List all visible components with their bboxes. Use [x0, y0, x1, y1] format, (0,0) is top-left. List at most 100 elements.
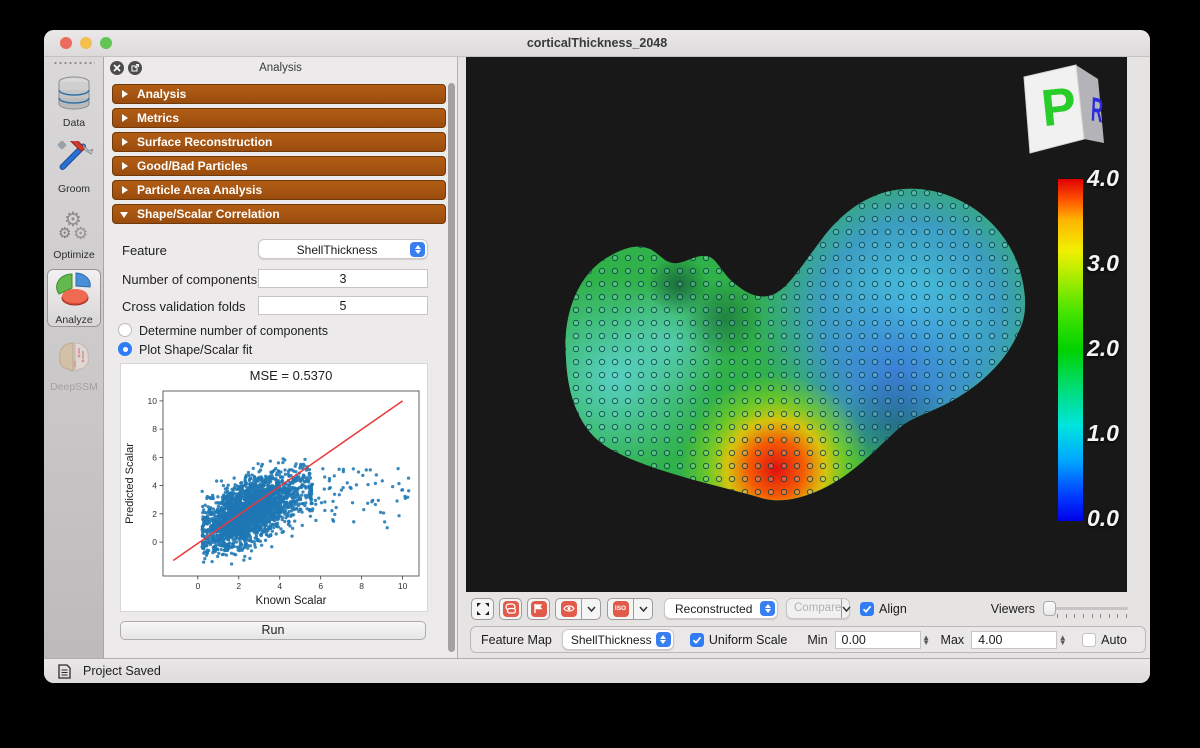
feature-select-value: ShellThickness — [269, 243, 405, 257]
titlebar: corticalThickness_2048 — [44, 30, 1150, 57]
section-label: Metrics — [137, 111, 179, 125]
cube-front-letter: P — [1039, 77, 1080, 138]
auto-control[interactable]: Auto — [1082, 633, 1127, 647]
gears-icon: ⚙ ⚙ ⚙ — [55, 207, 93, 243]
folds-input[interactable] — [258, 296, 428, 315]
panel-scrollbar[interactable] — [448, 83, 455, 652]
iso-icon: ISO — [613, 601, 629, 617]
max-input[interactable] — [971, 631, 1057, 649]
viewers-label: Viewers — [991, 602, 1035, 616]
select-stepper-icon — [656, 632, 671, 647]
iso-split-button[interactable]: ISO — [607, 598, 653, 620]
compare-select: Compare — [786, 598, 850, 619]
module-groom-label: Groom — [47, 183, 101, 195]
module-data-label: Data — [47, 117, 101, 129]
chevron-down-icon — [842, 606, 851, 612]
module-groom[interactable]: Groom — [47, 139, 101, 195]
panel-scrollbar-thumb[interactable] — [448, 83, 455, 652]
compare-dropdown — [841, 599, 851, 618]
section-shape-scalar-correlation[interactable]: Shape/Scalar Correlation — [112, 204, 446, 224]
feature-map-label: Feature Map — [481, 633, 552, 647]
select-stepper-icon — [760, 601, 775, 616]
module-analyze[interactable]: Analyze — [47, 269, 101, 327]
panel-header: Analysis — [104, 57, 457, 80]
section-particle-area-analysis[interactable]: Particle Area Analysis — [112, 180, 446, 200]
view-mode-split-button[interactable] — [555, 598, 601, 620]
panel-title: Analysis — [104, 62, 457, 74]
fit-view-icon — [476, 602, 490, 616]
compare-value: Compare — [787, 599, 841, 618]
section-label: Surface Reconstruction — [137, 135, 272, 149]
iso-label: ISO — [615, 605, 626, 612]
shape-scalar-plot — [120, 363, 428, 612]
orientation-cube[interactable]: P R — [1018, 63, 1113, 163]
components-label: Number of components — [122, 272, 257, 287]
max-spinner[interactable]: ▲▼ — [1057, 631, 1068, 649]
feature-map-bar: Feature Map ShellThickness Uniform Scale… — [470, 626, 1146, 653]
module-data[interactable]: Data — [47, 73, 101, 129]
section-label: Particle Area Analysis — [137, 183, 262, 197]
determine-components-radio[interactable] — [118, 323, 132, 337]
display-mode-select[interactable]: Reconstructed — [664, 598, 778, 619]
chevron-right-icon — [122, 162, 128, 170]
feature-label: Feature — [122, 243, 167, 258]
chevron-right-icon — [122, 186, 128, 194]
select-stepper-icon — [410, 242, 425, 257]
status-message: Project Saved — [83, 664, 161, 678]
align-label: Align — [879, 602, 907, 616]
uniform-scale-checkbox[interactable] — [690, 633, 704, 647]
document-icon — [58, 664, 71, 679]
eye-icon — [561, 601, 577, 617]
feature-select[interactable]: ShellThickness — [258, 239, 428, 259]
view-mode-dropdown[interactable] — [581, 598, 600, 620]
section-metrics[interactable]: Metrics — [112, 108, 446, 128]
colorbar-tick-1: 1.0 — [1087, 420, 1119, 447]
uniform-scale-label: Uniform Scale — [709, 633, 788, 647]
colorbar-tick-2: 2.0 — [1087, 335, 1119, 362]
feature-map-select[interactable]: ShellThickness — [562, 629, 674, 650]
cube-side-letter: R — [1090, 90, 1104, 131]
database-icon — [55, 75, 93, 111]
section-surface-reconstruction[interactable]: Surface Reconstruction — [112, 132, 446, 152]
viewers-slider-handle[interactable] — [1043, 601, 1056, 616]
glyphs-icon — [503, 601, 519, 617]
section-analysis[interactable]: Analysis — [112, 84, 446, 104]
viewer-toolbar: ISO Reconstructed Compare — [466, 595, 1150, 622]
iso-dropdown[interactable] — [633, 598, 652, 620]
plot-fit-label: Plot Shape/Scalar fit — [139, 343, 252, 357]
svg-text:⚙: ⚙ — [73, 224, 88, 243]
min-label: Min — [807, 633, 827, 647]
min-input[interactable] — [835, 631, 921, 649]
check-icon — [690, 633, 704, 647]
run-button[interactable]: Run — [120, 621, 426, 640]
glyphs-toggle-button[interactable] — [499, 598, 522, 620]
module-deepssm-label: DeepSSM — [47, 381, 101, 393]
auto-checkbox[interactable] — [1082, 633, 1096, 647]
status-bar: Project Saved — [44, 658, 1150, 683]
colorbar-tick-0: 0.0 — [1087, 505, 1119, 532]
module-optimize[interactable]: ⚙ ⚙ ⚙ Optimize — [47, 205, 101, 261]
folds-label: Cross validation folds — [122, 299, 246, 314]
uniform-scale-control[interactable]: Uniform Scale — [690, 633, 788, 647]
colorbar — [1058, 179, 1083, 521]
auto-label: Auto — [1101, 633, 1127, 647]
colorbar-tick-3: 3.0 — [1087, 250, 1119, 277]
chevron-right-icon — [122, 90, 128, 98]
scatter-chart — [121, 364, 427, 611]
viewers-slider[interactable] — [1043, 607, 1128, 610]
determine-components-label: Determine number of components — [139, 324, 328, 338]
plot-fit-radio[interactable] — [118, 342, 132, 356]
display-mode-value: Reconstructed — [675, 602, 755, 616]
toolbar-drag-handle[interactable] — [53, 61, 95, 65]
components-input[interactable] — [258, 269, 428, 288]
section-good-bad-particles[interactable]: Good/Bad Particles — [112, 156, 446, 176]
align-checkbox[interactable] — [860, 602, 874, 616]
fit-view-button[interactable] — [471, 598, 494, 620]
screen: corticalThickness_2048 Data — [0, 0, 1200, 748]
align-control[interactable]: Align — [860, 602, 907, 616]
module-optimize-label: Optimize — [47, 249, 101, 261]
surface-toggle-button[interactable] — [527, 598, 550, 620]
section-label: Shape/Scalar Correlation — [137, 207, 280, 221]
min-spinner[interactable]: ▲▼ — [921, 631, 932, 649]
viewport-3d[interactable]: P R 4.0 3.0 2.0 1.0 0.0 — [466, 57, 1127, 592]
